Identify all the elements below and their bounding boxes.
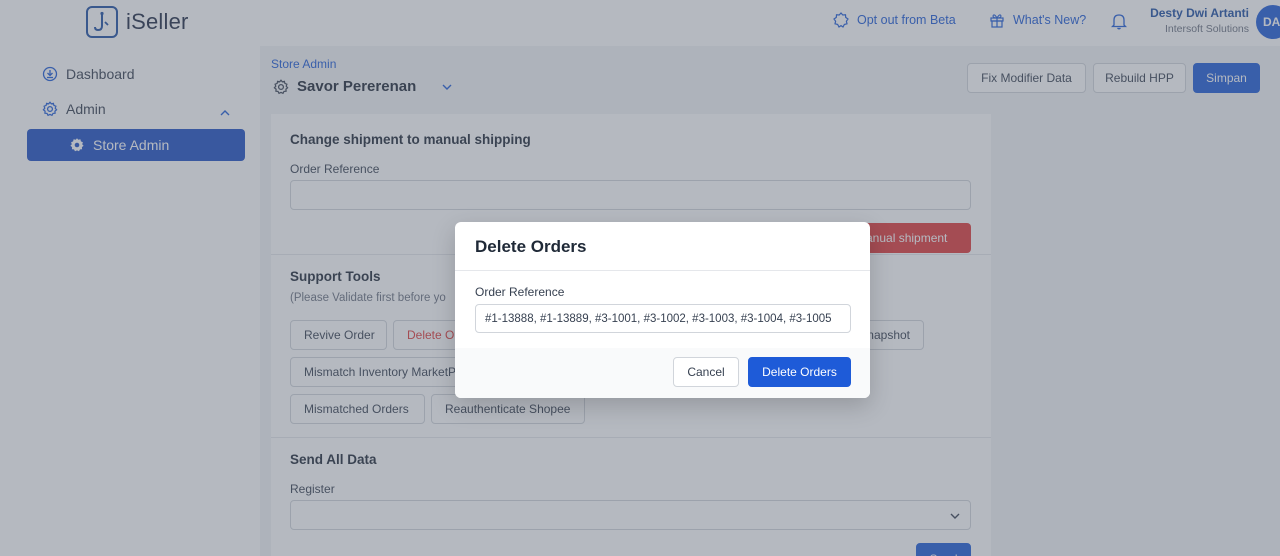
dialog-divider bbox=[455, 270, 870, 271]
delete-orders-button[interactable]: Delete Orders bbox=[748, 357, 851, 387]
dialog-order-reference-label: Order Reference bbox=[475, 285, 565, 299]
dialog-footer: Cancel Delete Orders bbox=[455, 348, 870, 398]
delete-orders-dialog: Delete Orders Order Reference Cancel Del… bbox=[455, 222, 870, 398]
dialog-order-reference-input[interactable] bbox=[475, 304, 851, 333]
cancel-button[interactable]: Cancel bbox=[673, 357, 739, 387]
dialog-title: Delete Orders bbox=[475, 237, 587, 256]
